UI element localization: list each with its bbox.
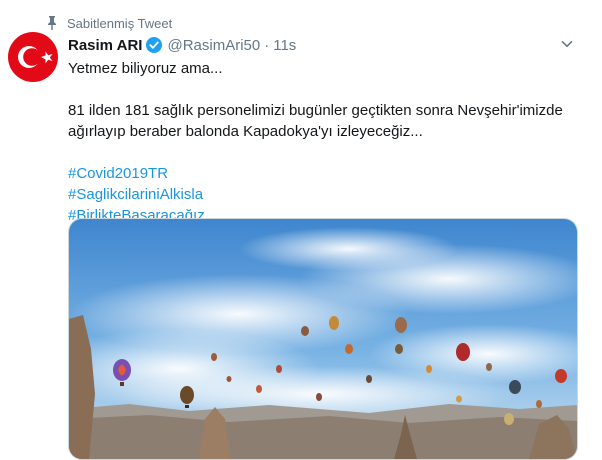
verified-badge-icon [146, 37, 163, 53]
author-handle[interactable]: @RasimAri50 [167, 37, 260, 54]
tweet-header: Rasim ARI @RasimAri50 · 11s [68, 35, 582, 55]
tweet-body: Yetmez biliyoruz ama... 81 ilden 181 sağ… [68, 58, 568, 226]
tweet-media-image[interactable] [68, 218, 578, 460]
pin-icon [48, 16, 56, 30]
hashtag-link[interactable]: #SaglikcilariniAlkisla [68, 184, 568, 205]
tweet-timestamp[interactable]: 11s [273, 37, 296, 54]
pinned-tweet-label-row: Sabitlenmiş Tweet [46, 14, 172, 32]
tweet-text-line: Yetmez biliyoruz ama... [68, 60, 223, 77]
cappadocia-balloons-photo [69, 219, 577, 459]
chevron-down-icon[interactable] [560, 37, 574, 51]
turkish-flag-icon [8, 32, 58, 82]
author-name[interactable]: Rasim ARI [68, 37, 142, 54]
avatar[interactable] [8, 32, 58, 82]
separator-dot: · [264, 36, 270, 54]
pinned-label: Sabitlenmiş Tweet [67, 15, 173, 31]
tweet-text-paragraph: 81 ilden 181 sağlık personelimizi bugünl… [68, 102, 563, 140]
hashtag-link[interactable]: #Covid2019TR [68, 163, 568, 184]
